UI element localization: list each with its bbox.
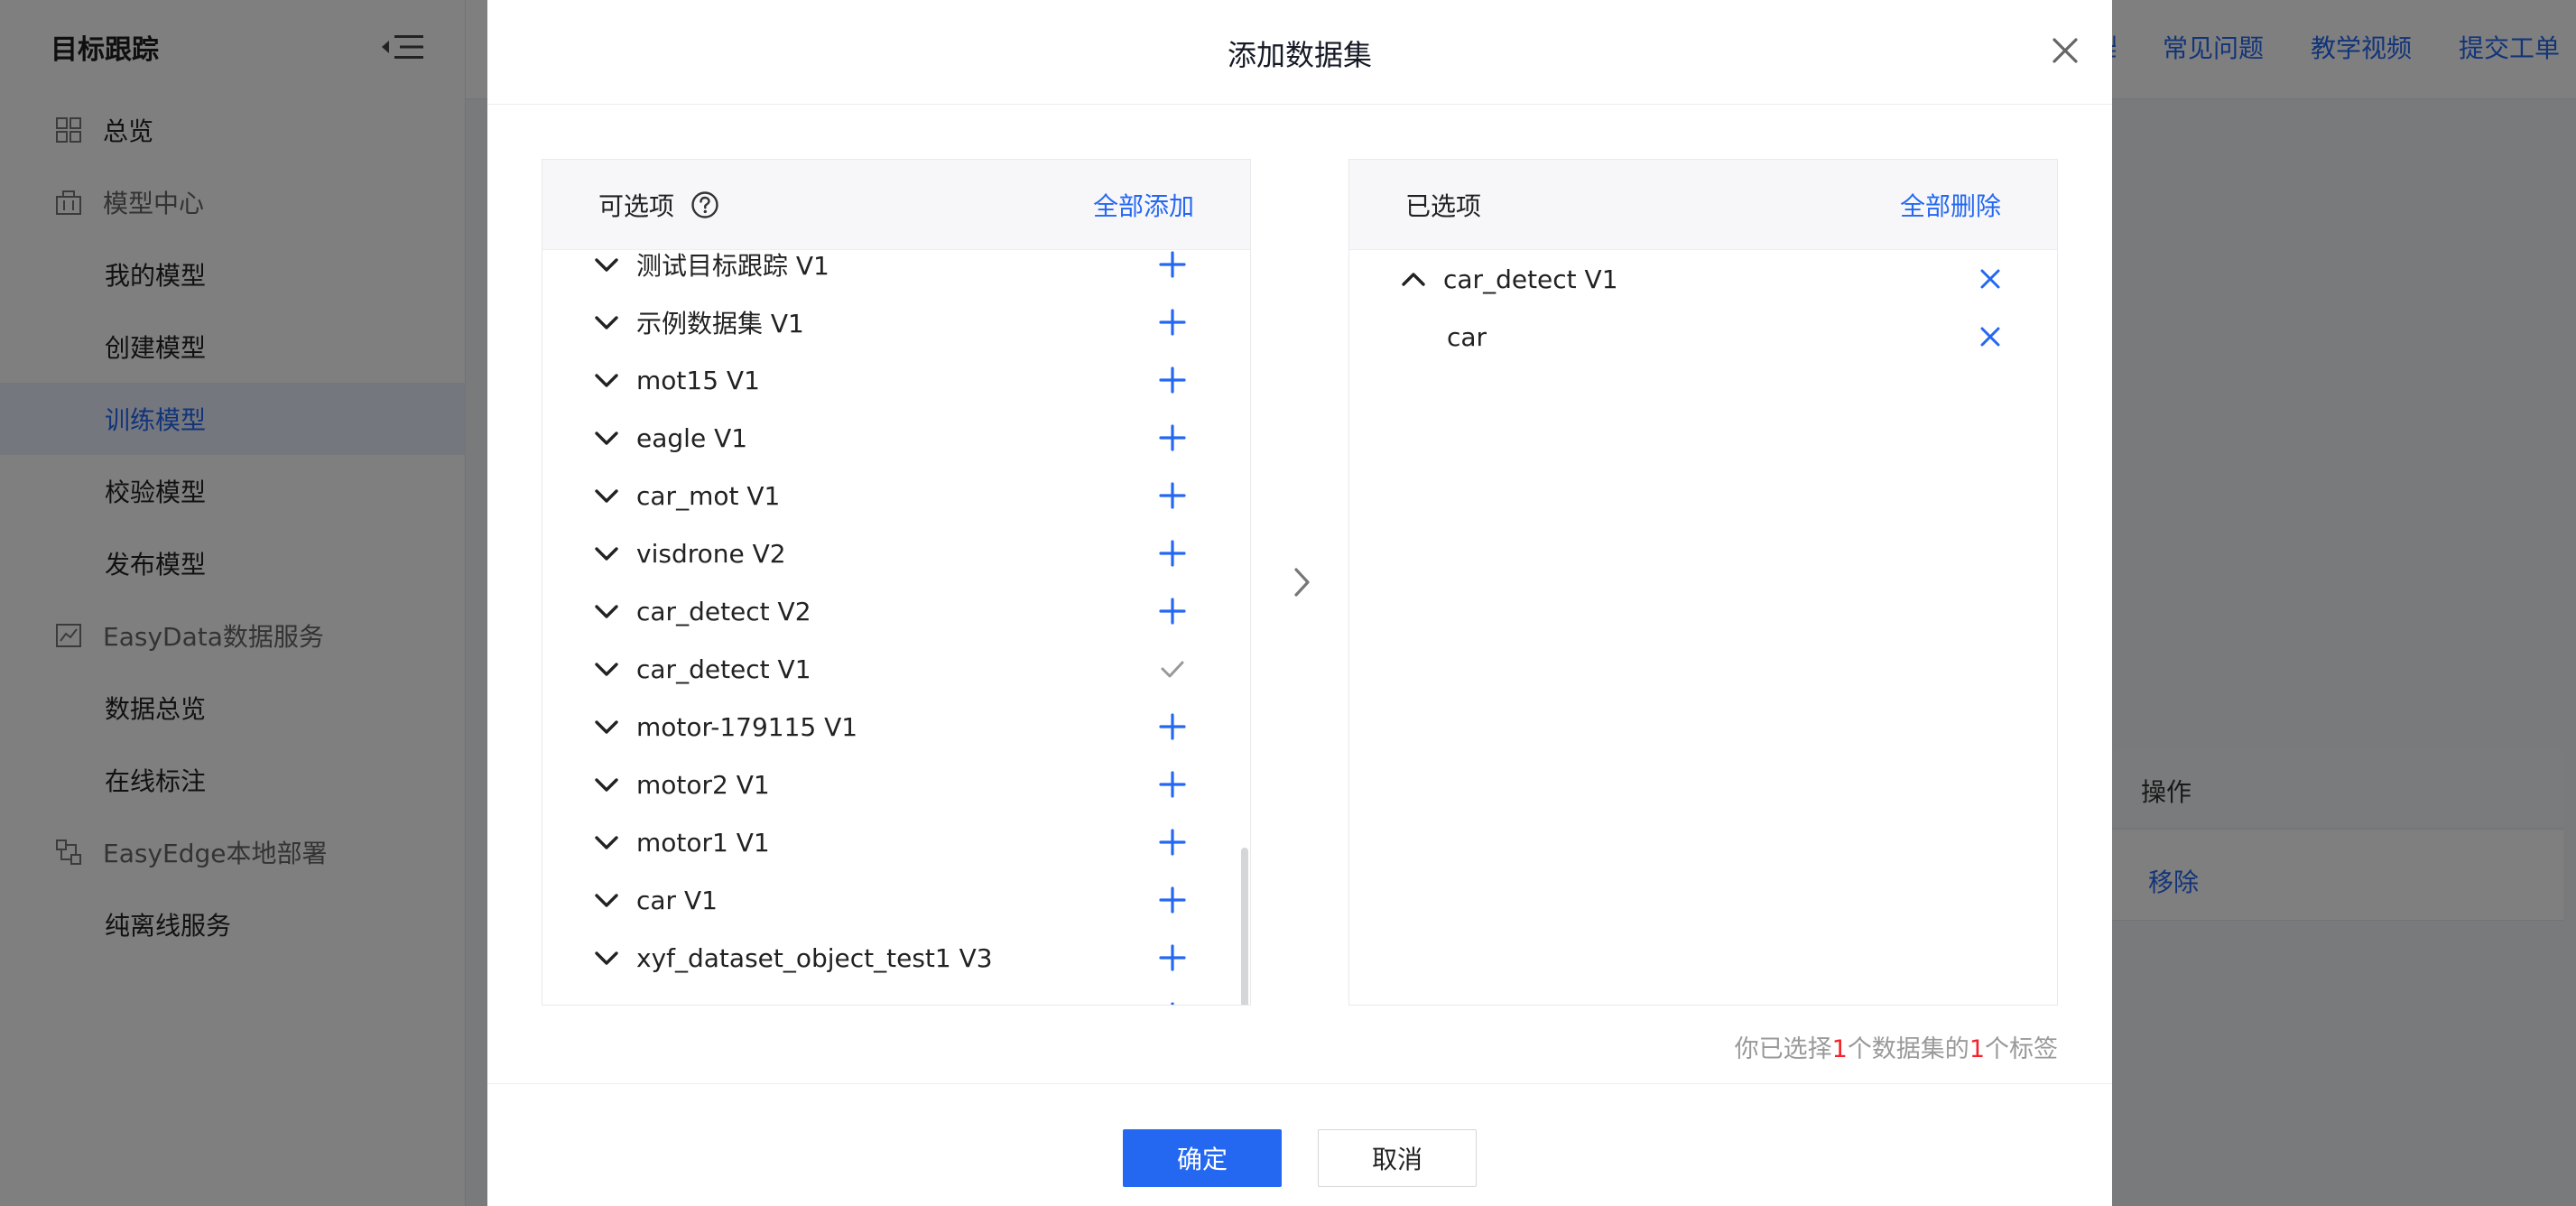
selected-dataset-row[interactable]: car_detect V1 [1349, 250, 2057, 308]
selected-panel-header: 已选项 全部删除 [1349, 160, 2057, 250]
list-item[interactable]: car_detect V2 [542, 582, 1250, 640]
cancel-button[interactable]: 取消 [1318, 1129, 1477, 1187]
list-item[interactable]: motor-179115 V1 [542, 698, 1250, 756]
dataset-label: car_mot V1 [636, 480, 781, 511]
remove-icon[interactable] [1979, 326, 2001, 348]
dataset-label: motor-179115 V1 [636, 711, 858, 742]
dataset-label: mot15 V1 [636, 365, 760, 395]
available-list[interactable]: 测试目标跟踪 V1 示例数据集 V1 mot15 V1 eagle V1 car_mot… [542, 250, 1250, 1005]
plus-icon[interactable] [1158, 886, 1187, 914]
plus-icon[interactable] [1158, 539, 1187, 568]
available-options-panel: 可选项 全部添加 测试目标跟踪 V1 示例数据集 V1 mot15 V1 eagle … [542, 159, 1251, 1006]
modal-footer: 确定 取消 [487, 1083, 2112, 1206]
available-panel-title: 可选项 [598, 190, 675, 221]
close-icon[interactable] [2051, 36, 2080, 65]
dataset-label: xyf_dataset_object_test1 V3 [636, 942, 993, 973]
check-icon [1161, 661, 1184, 678]
list-item[interactable]: 测试目标跟踪 V1 [542, 250, 1250, 293]
plus-icon[interactable] [1158, 770, 1187, 799]
add-all-button[interactable]: 全部添加 [1093, 187, 1194, 223]
list-item[interactable]: motor2 V1 [542, 756, 1250, 813]
list-item[interactable]: eagle V1 [542, 409, 1250, 467]
plus-icon[interactable] [1158, 423, 1187, 452]
chevron-up-icon[interactable] [1400, 265, 1427, 292]
list-item[interactable]: visdrone V2 [542, 524, 1250, 582]
available-panel-header: 可选项 全部添加 [542, 160, 1250, 250]
dataset-label: motor2 V1 [636, 769, 770, 800]
add-dataset-modal: 添加数据集 可选项 全部添加 测试目标跟踪 V1 示例数据集 V1 mot15 V1… [487, 0, 2112, 1206]
plus-icon[interactable] [1158, 308, 1187, 337]
dataset-label: xyf_dataset_object_test1 V2 [636, 1001, 993, 1006]
plus-icon[interactable] [1158, 481, 1187, 510]
modal-header: 添加数据集 [487, 0, 2112, 105]
selected-dataset-label: car_detect V1 [1443, 264, 1618, 294]
list-item[interactable]: car_mot V1 [542, 467, 1250, 524]
remove-all-button[interactable]: 全部删除 [1900, 187, 2001, 223]
dataset-label: motor1 V1 [636, 827, 770, 858]
selection-summary: 你已选择1个数据集的1个标签 [1734, 1035, 2058, 1063]
plus-icon[interactable] [1158, 828, 1187, 857]
plus-icon[interactable] [1158, 597, 1187, 626]
help-icon[interactable] [690, 190, 719, 219]
chevron-down-icon[interactable] [593, 482, 620, 509]
chevron-down-icon[interactable] [593, 829, 620, 856]
plus-icon[interactable] [1158, 1001, 1187, 1005]
chevron-down-icon[interactable] [593, 655, 620, 682]
scrollbar-thumb[interactable] [1241, 848, 1248, 1005]
dataset-label: eagle V1 [636, 422, 748, 453]
selected-label-row[interactable]: car [1349, 308, 2057, 366]
dataset-label: car V1 [636, 885, 718, 915]
chevron-down-icon[interactable] [593, 309, 620, 336]
chevron-down-icon[interactable] [593, 944, 620, 971]
list-item[interactable]: car V1 [542, 871, 1250, 929]
dataset-label: 测试目标跟踪 V1 [636, 251, 829, 281]
list-item[interactable]: xyf_dataset_object_test1 V2 [542, 987, 1250, 1005]
list-item[interactable]: motor1 V1 [542, 813, 1250, 871]
plus-icon[interactable] [1158, 943, 1187, 972]
selected-list: car_detect V1 car [1349, 250, 2057, 1005]
list-item[interactable]: 示例数据集 V1 [542, 293, 1250, 351]
selected-panel-title: 已选项 [1405, 190, 1482, 221]
chevron-down-icon[interactable] [593, 598, 620, 625]
dataset-label: car_detect V1 [636, 654, 811, 684]
dataset-label: car_detect V2 [636, 596, 811, 626]
plus-icon[interactable] [1158, 712, 1187, 741]
list-item[interactable]: car_detect V1 [542, 640, 1250, 698]
remove-icon[interactable] [1979, 268, 2001, 290]
plus-icon[interactable] [1158, 250, 1187, 279]
chevron-down-icon[interactable] [593, 424, 620, 451]
list-item[interactable]: mot15 V1 [542, 351, 1250, 409]
chevron-down-icon[interactable] [593, 366, 620, 394]
chevron-down-icon[interactable] [593, 540, 620, 567]
dataset-label: 示例数据集 V1 [636, 309, 804, 339]
chevron-down-icon[interactable] [593, 713, 620, 740]
plus-icon[interactable] [1158, 366, 1187, 394]
confirm-button[interactable]: 确定 [1123, 1129, 1282, 1187]
chevron-down-icon[interactable] [593, 251, 620, 278]
chevron-down-icon[interactable] [593, 771, 620, 798]
dataset-label: visdrone V2 [636, 538, 786, 569]
chevron-right-icon [1294, 568, 1310, 597]
chevron-down-icon[interactable] [593, 886, 620, 914]
modal-title: 添加数据集 [1227, 38, 1372, 72]
chevron-down-icon[interactable] [593, 1002, 620, 1005]
selected-options-panel: 已选项 全部删除 car_detect V1 car [1348, 159, 2058, 1006]
list-item[interactable]: xyf_dataset_object_test1 V3 [542, 929, 1250, 987]
selected-tag-label: car [1447, 321, 1487, 352]
